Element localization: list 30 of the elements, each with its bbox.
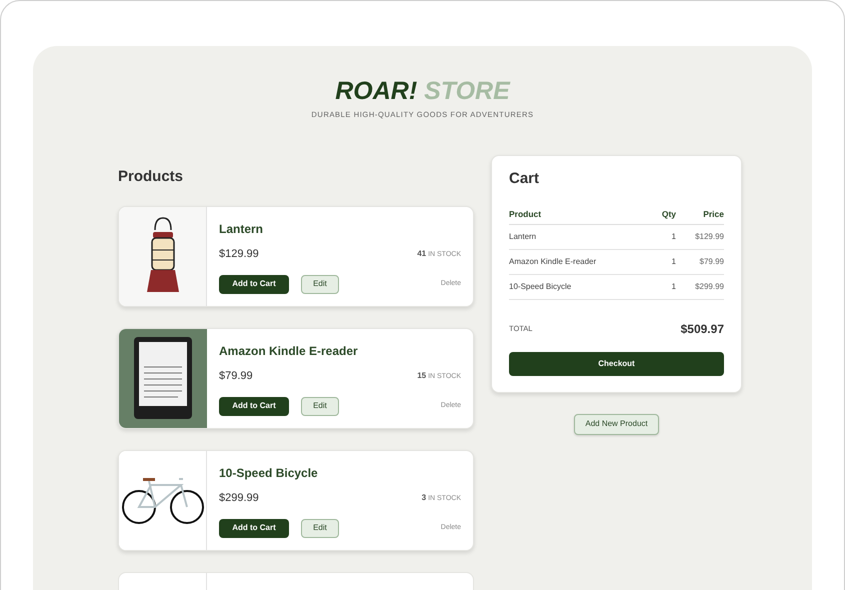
product-price: $299.99 [219,490,259,506]
table-cell-text: Lantern [509,230,538,242]
column-header: Qty [660,208,676,220]
column-header: Product [509,208,542,220]
edit-button[interactable]: Edit [301,518,339,538]
table-cell-text: 10-Speed Bicycle [509,280,572,292]
table-cell-text: Amazon Kindle E-reader [509,256,598,268]
table-cell-text: $129.99 [694,230,724,242]
section-title: Products [118,167,184,188]
checkout-button[interactable]: Checkout [509,352,724,376]
add-product-button[interactable]: Add New Product [574,414,659,434]
table-cell-text: 1 [670,230,676,242]
product-name: Lantern [219,220,264,238]
table-cell-text: 1 [670,280,676,292]
product-price: $129.99 [219,246,259,262]
product-name: 10-Speed Bicycle [219,464,319,482]
table-cell-text: $79.99 [698,256,724,268]
table-cell-text: $299.99 [694,280,724,292]
column-header: Price [702,208,724,220]
add-to-cart-button[interactable]: Add to Cart [219,518,289,538]
table-cell-text: 1 [670,256,676,268]
store-logo: ROAR! STORE [335,76,510,106]
total-amount: $509.97 [680,320,724,338]
product-price: $79.99 [219,368,253,384]
edit-button[interactable]: Edit [301,274,339,294]
product-name: Amazon Kindle E-reader [219,342,359,360]
edit-button[interactable]: Edit [301,396,339,416]
cart-title: Cart [509,169,540,190]
add-to-cart-button[interactable]: Add to Cart [219,396,289,416]
add-to-cart-button[interactable]: Add to Cart [219,274,289,294]
